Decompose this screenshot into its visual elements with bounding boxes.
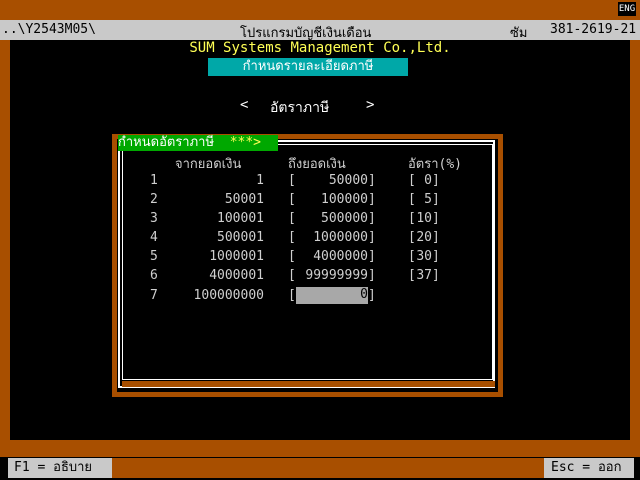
row-number: 2 — [150, 192, 158, 207]
header-to: ถึงยอดเงิน — [288, 157, 346, 172]
bracket-close: ] — [432, 173, 440, 188]
bracket-open: [ — [288, 268, 296, 283]
phone-label: 381-2619-21 — [550, 22, 637, 37]
bracket-open: [ — [408, 230, 416, 245]
screen-subtitle: กำหนดรายละเอียดภาษี — [208, 58, 408, 76]
row-from: 500001 — [217, 230, 264, 245]
bracket-open: [ — [288, 173, 296, 188]
bracket-close: ] — [432, 211, 440, 226]
bracket-close: ] — [368, 268, 376, 283]
bracket-close: ] — [368, 173, 376, 188]
title-bar: ..\Y2543M05\ โปรแกรมบัญชีเงินเดือน ซัม 3… — [0, 20, 640, 41]
row-from: 100001 — [217, 211, 264, 226]
bottom-frame — [0, 440, 640, 457]
nav-prev-button[interactable]: < — [240, 97, 248, 113]
exit-key-hint[interactable]: Esc = ออก — [544, 458, 634, 478]
bracket-close: ] — [368, 230, 376, 245]
bracket-close: ] — [432, 268, 440, 283]
row-from: 50001 — [224, 192, 264, 207]
nav-label: อัตราภาษี — [270, 100, 330, 116]
to-amount-input[interactable]: 0 — [296, 287, 368, 304]
row-rate[interactable]: 37 — [416, 268, 432, 283]
bracket-open: [ — [408, 173, 416, 188]
row-to[interactable]: 1000000 — [296, 230, 368, 245]
bracket-close: ] — [432, 249, 440, 264]
bracket-close: ] — [368, 249, 376, 264]
bracket-close: ] — [368, 288, 376, 303]
row-number: 4 — [150, 230, 158, 245]
status-bar-fill — [112, 458, 544, 478]
path-label: ..\Y2543M05\ — [2, 22, 96, 37]
row-number: 6 — [150, 268, 158, 283]
row-from: 4000001 — [209, 268, 264, 283]
bracket-open: [ — [288, 249, 296, 264]
dialog-footer-fill — [122, 381, 495, 387]
row-rate[interactable]: 20 — [416, 230, 432, 245]
row-number: 5 — [150, 249, 158, 264]
row-to[interactable]: 99999999 — [296, 268, 368, 283]
bracket-open: [ — [288, 288, 296, 303]
row-to[interactable]: 4000000 — [296, 249, 368, 264]
row-from: 1000001 — [209, 249, 264, 264]
right-frame — [630, 20, 640, 457]
row-number: 1 — [150, 173, 158, 188]
bracket-open: [ — [288, 211, 296, 226]
row-to[interactable]: 100000 — [296, 192, 368, 207]
bracket-close: ] — [432, 192, 440, 207]
row-to[interactable]: 500000 — [296, 211, 368, 226]
bracket-close: ] — [368, 192, 376, 207]
exit-key-label: Esc = ออก — [551, 460, 622, 475]
row-rate[interactable]: 10 — [416, 211, 432, 226]
bracket-open: [ — [288, 230, 296, 245]
top-frame — [0, 0, 640, 20]
row-rate[interactable]: 5 — [416, 192, 432, 207]
input-mode-badge: ENG — [618, 2, 636, 16]
bracket-close: ] — [368, 211, 376, 226]
bracket-open: [ — [288, 192, 296, 207]
header-rate: อัตรา(%) — [408, 157, 463, 172]
row-number: 7 — [150, 288, 158, 303]
nav-next-button[interactable]: > — [366, 97, 374, 113]
dialog-title-text: กำหนดอัตราภาษี — [118, 135, 215, 150]
bracket-open: [ — [408, 249, 416, 264]
company-name: SUM Systems Management Co.,Ltd. — [189, 40, 451, 56]
row-from: 1 — [256, 173, 264, 188]
row-to[interactable]: 50000 — [296, 173, 368, 188]
bracket-close: ] — [432, 230, 440, 245]
bracket-open: [ — [408, 268, 416, 283]
row-number: 3 — [150, 211, 158, 226]
bracket-open: [ — [408, 192, 416, 207]
dialog-title-suffix: ***> — [229, 135, 262, 150]
help-key-hint[interactable]: F1 = อธิบาย — [8, 458, 112, 478]
header-from: จากยอดเงิน — [175, 157, 242, 172]
row-rate[interactable]: 0 — [416, 173, 432, 188]
row-from: 100000000 — [193, 288, 264, 303]
dialog-title: กำหนดอัตราภาษี ***> — [118, 135, 278, 151]
bracket-open: [ — [408, 211, 416, 226]
help-key-label: F1 = อธิบาย — [14, 460, 93, 475]
row-rate[interactable]: 30 — [416, 249, 432, 264]
